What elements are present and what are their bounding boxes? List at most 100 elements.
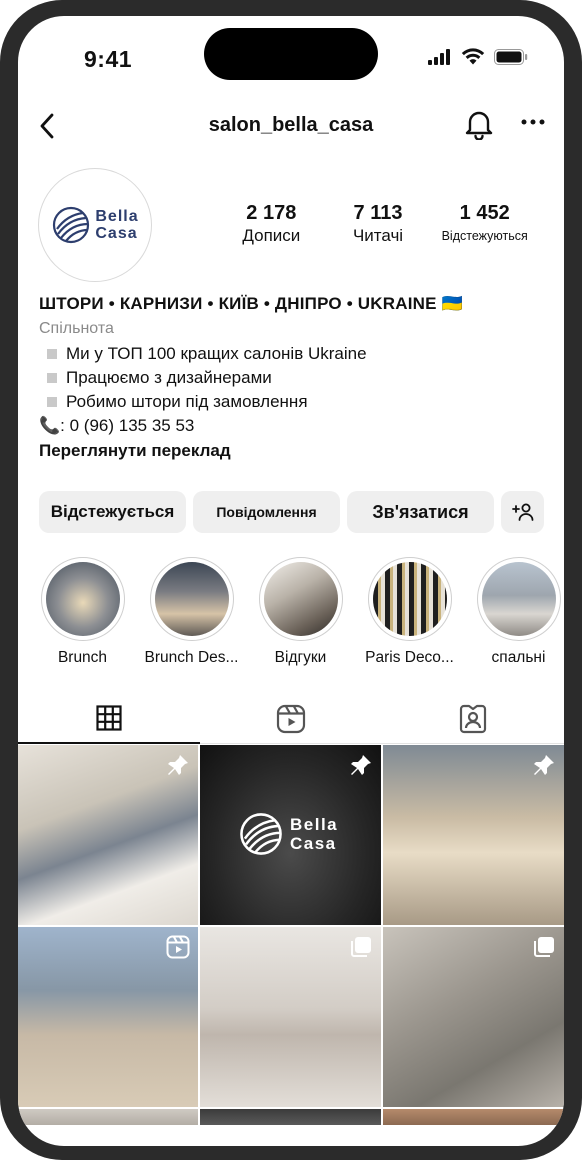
post-thumbnail[interactable] xyxy=(383,1109,564,1125)
tagged-person-icon xyxy=(459,704,487,733)
screen: 9:41 salon_bella_casa Bella Casa 2 178 Д… xyxy=(18,16,564,1146)
suggested-users-button[interactable] xyxy=(501,491,544,533)
post-thumbnail[interactable] xyxy=(383,927,564,1107)
stat-following[interactable]: 1 452 Відстежуються xyxy=(431,202,538,248)
highlight-cover xyxy=(154,562,229,636)
stat-following-label: Відстежуються xyxy=(441,229,528,243)
post-thumbnail[interactable] xyxy=(18,1109,198,1125)
profile-header: salon_bella_casa xyxy=(18,104,564,148)
bio-line-text: Ми у ТОП 100 кращих салонів Ukraine xyxy=(66,344,367,363)
profile-avatar[interactable]: Bella Casa xyxy=(38,168,152,282)
reel-icon xyxy=(166,935,190,959)
highlight-label: Brunch Des... xyxy=(144,649,239,666)
post-thumbnail[interactable] xyxy=(200,1109,381,1125)
logo-wordmark: Bella Casa xyxy=(95,208,138,242)
highlight-reviews[interactable]: Відгуки xyxy=(252,557,349,667)
highlight-cover xyxy=(263,562,338,636)
post-logo-wordmark: Bella Casa xyxy=(290,815,338,853)
highlight-label: Brunch xyxy=(57,649,108,666)
posts-grid-row xyxy=(18,1109,564,1125)
highlight-brunch[interactable]: Brunch xyxy=(34,557,131,667)
status-time: 9:41 xyxy=(84,46,133,72)
highlight-ring xyxy=(258,557,343,641)
cellular-signal-icon xyxy=(428,48,450,65)
highlight-label: спальні xyxy=(491,649,546,666)
bio-title: ШТОРИ • КАРНИЗИ • КИЇВ • ДНІПРО • UKRAIN… xyxy=(39,294,463,313)
tab-tagged[interactable] xyxy=(382,694,564,744)
stat-following-value: 1 452 xyxy=(459,202,510,224)
stat-followers[interactable]: 7 113 Читачі xyxy=(325,202,432,248)
story-highlights: Brunch Brunch Des... Відгуки Paris Deco.… xyxy=(34,557,564,667)
stat-posts[interactable]: 2 178 Дописи xyxy=(218,202,325,248)
status-icons xyxy=(428,48,528,65)
highlight-ring xyxy=(149,557,234,641)
battery-icon xyxy=(494,48,528,65)
post-logo-line-1: Bella xyxy=(290,815,339,834)
bio-line: Працюємо з дизайнерами xyxy=(39,366,549,390)
add-person-icon xyxy=(511,503,533,521)
post-thumbnail[interactable] xyxy=(18,927,198,1107)
bell-icon xyxy=(465,111,493,141)
highlight-cover xyxy=(45,562,120,636)
more-options-button[interactable] xyxy=(520,112,546,135)
highlight-ring xyxy=(476,557,561,641)
stat-followers-label: Читачі xyxy=(352,226,404,245)
highlight-bedrooms[interactable]: спальні xyxy=(470,557,564,667)
message-button[interactable]: Повідомлення xyxy=(193,491,340,533)
wifi-icon xyxy=(461,48,485,65)
profile-tabs xyxy=(18,694,564,744)
post-thumbnail[interactable]: Bella Casa xyxy=(200,745,381,925)
square-bullet-icon xyxy=(47,397,57,407)
reels-icon xyxy=(276,704,306,733)
bio-category: Спільнота xyxy=(39,320,114,337)
post-thumbnail[interactable] xyxy=(383,745,564,925)
highlight-ring xyxy=(40,557,125,641)
profile-bio: ШТОРИ • КАРНИЗИ • КИЇВ • ДНІПРО • UKRAIN… xyxy=(39,292,549,464)
bella-casa-logo-mark xyxy=(240,813,282,855)
tab-posts-grid[interactable] xyxy=(18,694,200,744)
post-logo-line-2: Casa xyxy=(290,834,337,853)
grid-icon xyxy=(96,705,122,731)
bella-casa-logo-mark xyxy=(53,206,90,244)
bio-line-text: Робимо штори під замовлення xyxy=(66,392,308,411)
highlight-label: Paris Deco... xyxy=(365,649,454,666)
bio-line: Ми у ТОП 100 кращих салонів Ukraine xyxy=(39,342,549,366)
bio-phone[interactable]: 📞: 0 (96) 135 35 53 xyxy=(39,414,549,438)
highlight-cover xyxy=(481,562,556,636)
profile-stats: 2 178 Дописи 7 113 Читачі 1 452 Відстежу… xyxy=(218,202,538,248)
carousel-icon xyxy=(534,937,554,957)
highlight-brunch-design[interactable]: Brunch Des... xyxy=(143,557,240,667)
post-thumbnail[interactable] xyxy=(200,927,381,1107)
highlight-ring xyxy=(367,557,452,641)
bio-line-text: Працюємо з дизайнерами xyxy=(66,368,272,387)
phone-frame: 9:41 salon_bella_casa Bella Casa 2 178 Д… xyxy=(0,0,582,1160)
post-brand-logo: Bella Casa xyxy=(238,811,338,857)
pinned-icon xyxy=(351,755,371,775)
highlight-cover xyxy=(372,562,447,636)
highlight-paris-deco[interactable]: Paris Deco... xyxy=(361,557,458,667)
tab-reels[interactable] xyxy=(200,694,382,744)
status-bar: 9:41 xyxy=(18,16,564,98)
logo-line-1: Bella xyxy=(95,208,139,225)
square-bullet-icon xyxy=(47,349,57,359)
pinned-icon xyxy=(534,755,554,775)
square-bullet-icon xyxy=(47,373,57,383)
stat-posts-value: 2 178 xyxy=(246,202,297,224)
logo-line-2: Casa xyxy=(95,225,138,242)
following-button[interactable]: Відстежується xyxy=(39,491,186,533)
posts-grid: Bella Casa xyxy=(18,745,564,1107)
pinned-icon xyxy=(168,755,188,775)
stat-posts-label: Дописи xyxy=(242,226,301,245)
brand-logo: Bella Casa xyxy=(51,205,138,245)
see-translation-link[interactable]: Переглянути переклад xyxy=(39,438,549,464)
profile-actions: Відстежується Повідомлення Зв'язатися xyxy=(39,491,545,533)
post-thumbnail[interactable] xyxy=(18,745,198,925)
more-dots-icon xyxy=(521,119,545,125)
dynamic-island xyxy=(204,28,378,80)
notifications-button[interactable] xyxy=(464,108,494,145)
bio-line: Робимо штори під замовлення xyxy=(39,390,549,414)
carousel-icon xyxy=(351,937,371,957)
stat-followers-value: 7 113 xyxy=(353,202,403,224)
contact-button[interactable]: Зв'язатися xyxy=(347,491,494,533)
highlight-label: Відгуки xyxy=(274,649,327,666)
